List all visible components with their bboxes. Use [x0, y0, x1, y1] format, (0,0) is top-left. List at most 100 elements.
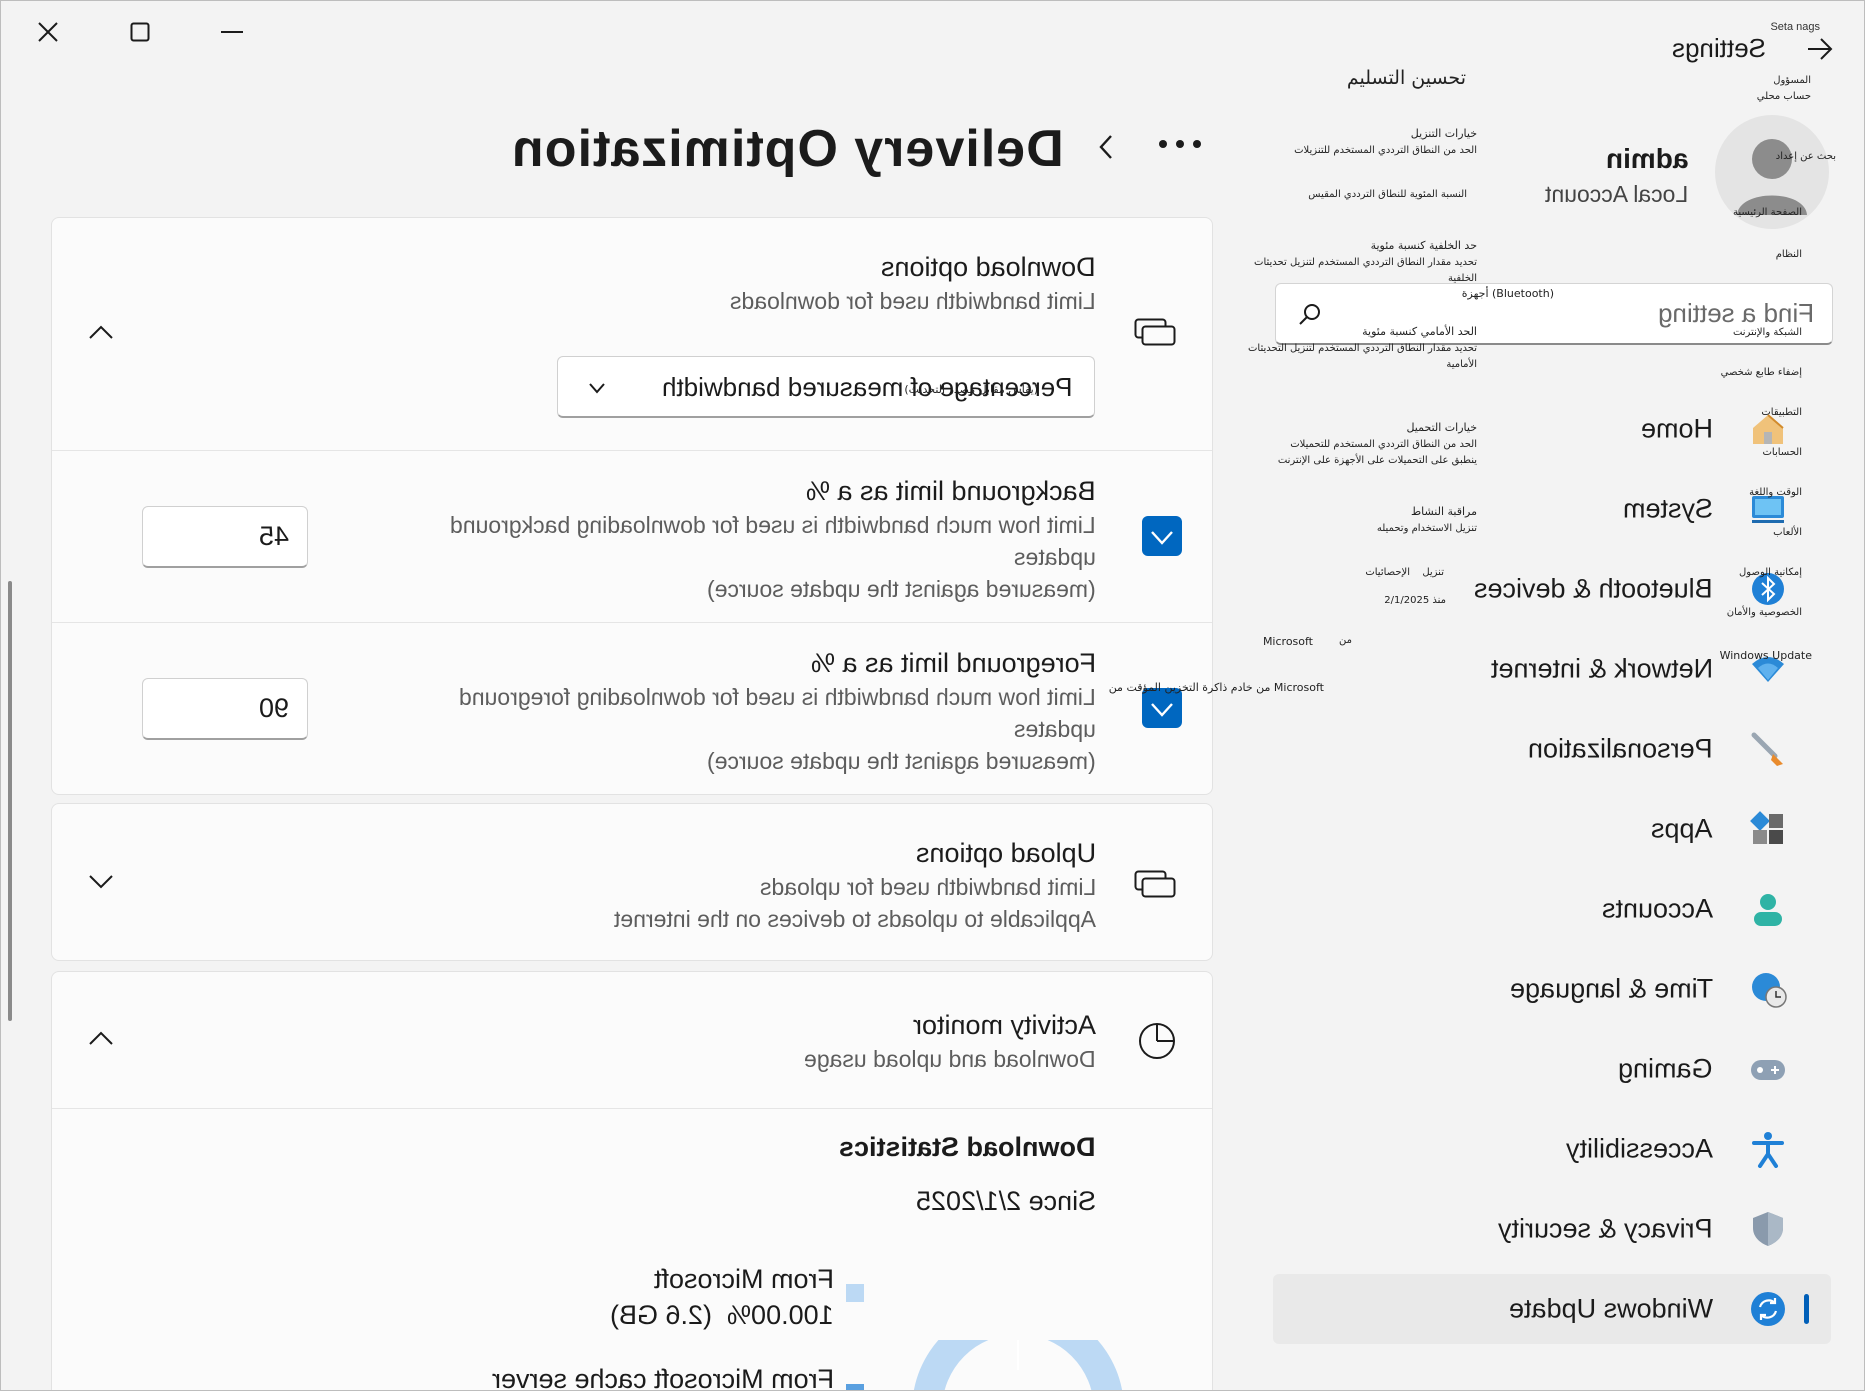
maximize-button[interactable] — [117, 11, 163, 53]
overlay-bt-ar: أجهزة (Bluetooth) — [1461, 287, 1554, 300]
overlay-time-ar: الوقت واللغة — [1749, 487, 1802, 498]
sidebar-item-label: Home — [1640, 413, 1713, 444]
apps-icon — [1749, 810, 1787, 848]
legend-label-cache-server: From Microsoft cache server — [491, 1364, 834, 1391]
overlay-dl-pct-ar: النسبة المئوية للنطاق الترددي المقيس — [1308, 189, 1467, 200]
background-limit-desc-2: updates — [1014, 544, 1096, 570]
shield-icon — [1749, 1210, 1787, 1248]
background-limit-desc-3: (measured against the update source) — [707, 576, 1096, 602]
legend-swatch-cache-server — [846, 1384, 864, 1390]
overlay-dl-sub-ar: الحد من النطاق الترددي المستخدم للتنزيلا… — [1294, 145, 1477, 156]
overlay-ul-sub-ar: الحد من النطاق الترددي المستخدم للتحميلا… — [1290, 439, 1477, 450]
sidebar-item-label: Time & language — [1509, 973, 1713, 1004]
sidebar-item-personalization[interactable]: Personalization — [1273, 714, 1831, 784]
collapse-download-button[interactable] — [88, 324, 114, 345]
checkmark-icon — [1151, 531, 1173, 545]
divider — [52, 1108, 1212, 1109]
overlay-system-ar: النظام — [1775, 249, 1802, 260]
minimize-button[interactable] — [209, 11, 255, 53]
sidebar-item-label: Accounts — [1601, 893, 1713, 924]
activity-monitor-card: Activity monitor Download and upload usa… — [51, 971, 1213, 1391]
download-options-subtitle: Limit bandwidth used for downloads — [730, 288, 1096, 314]
account-type: Local Account — [1544, 181, 1688, 207]
upload-options-subtitle-2: Applicable to uploads to devices on the … — [613, 906, 1096, 932]
chevron-up-icon — [89, 325, 113, 339]
sidebar-item-label: Windows Update — [1508, 1293, 1713, 1324]
search-icon[interactable] — [1298, 302, 1322, 331]
minimize-icon — [221, 31, 243, 33]
legend-swatch-microsoft — [846, 1284, 864, 1302]
chevron-up-icon — [89, 1031, 113, 1045]
collapse-activity-button[interactable] — [88, 1030, 114, 1051]
sidebar-item-apps[interactable]: Apps — [1273, 794, 1831, 864]
app-subtitle: Seta nags — [1770, 21, 1820, 33]
expand-upload-button[interactable] — [88, 874, 114, 895]
sidebar-item-network-internet[interactable]: Network & internet — [1273, 634, 1831, 704]
overlay-home-ar: الصفحة الرئيسية — [1733, 207, 1802, 218]
sidebar-item-label: Gaming — [1618, 1053, 1713, 1084]
maximize-icon — [130, 22, 150, 42]
upload-options-title: Upload options — [915, 838, 1096, 868]
download-statistics-title: Download Statistics — [839, 1132, 1096, 1162]
foreground-limit-checkbox[interactable] — [1142, 688, 1182, 728]
activity-monitor-title: Activity monitor — [912, 1010, 1096, 1040]
background-limit-value: 45 — [258, 521, 289, 551]
overlay-pers-ar: إضفاء طابع شخصي — [1720, 367, 1802, 378]
overlay-access-ar: إمكانية الوصول — [1739, 567, 1802, 578]
overlay-search-ar: بحث عن إعداد — [1775, 151, 1836, 162]
chevron-down-icon — [89, 875, 113, 889]
settings-window: Seta nags Settings admin Local Account F… — [0, 0, 1865, 1391]
active-indicator — [1804, 1294, 1809, 1324]
sidebar-item-windows-update[interactable]: Windows Update — [1273, 1274, 1831, 1344]
download-icon — [1134, 318, 1176, 351]
sidebar-item-time-language[interactable]: Time & language — [1273, 954, 1831, 1024]
background-limit-title: Background limit as a % — [806, 476, 1096, 506]
upload-options-subtitle: Limit bandwidth used for uploads — [759, 874, 1096, 900]
overlay-dd-ar: (يقاس مقابل مصدر التحديث) — [904, 383, 1038, 396]
overlay-dl-title-ar: خيارات التنزيل — [1410, 127, 1477, 140]
background-limit-checkbox[interactable] — [1142, 516, 1182, 556]
foreground-limit-desc-3: (measured against the update source) — [707, 748, 1096, 774]
sidebar-item-label: Apps — [1651, 813, 1713, 844]
chevron-down-icon — [588, 381, 606, 399]
background-limit-input[interactable]: 45 — [142, 506, 308, 568]
overlay-bg-title-ar: حد الخلفية كنسبة مئوية — [1370, 239, 1477, 252]
arrow-right-icon — [1808, 38, 1833, 60]
gamepad-icon — [1749, 1050, 1787, 1088]
search-input[interactable]: Find a setting — [1658, 298, 1814, 329]
legend-value-microsoft: 100.00% (2.6 GB) — [610, 1300, 834, 1330]
download-donut-chart — [913, 1340, 1123, 1390]
sidebar-item-label: Personalization — [1528, 733, 1713, 764]
back-button[interactable] — [1806, 37, 1834, 66]
overlay-cache-ar: من خادم ذاكرة التخزين المؤقت من Microsof… — [1108, 681, 1324, 694]
app-title: Settings — [1672, 33, 1766, 63]
globe-clock-icon — [1749, 970, 1787, 1008]
sidebar-item-privacy-security[interactable]: Privacy & security — [1273, 1194, 1831, 1264]
foreground-limit-input[interactable]: 90 — [142, 678, 308, 740]
overlay-bg-l2-ar: الخلفية — [1447, 273, 1477, 284]
sidebar-item-accessibility[interactable]: Accessibility — [1273, 1114, 1831, 1184]
sidebar-item-label: Accessibility — [1565, 1133, 1713, 1164]
page-title: Delivery Optimization — [511, 120, 1064, 178]
download-options-card: Download options Limit bandwidth used fo… — [51, 217, 1213, 795]
brush-icon — [1749, 730, 1787, 768]
overlay-title-ar: تحسين التسليم — [1346, 67, 1466, 89]
upload-options-card[interactable]: Upload options Limit bandwidth used for … — [51, 803, 1213, 961]
overlay-user-ar: المسؤول — [1773, 75, 1811, 86]
accessibility-icon — [1749, 1130, 1787, 1168]
content-scrollbar[interactable] — [8, 581, 12, 1021]
sidebar-item-accounts[interactable]: Accounts — [1273, 874, 1831, 944]
overlay-since-ar: منذ 2/1/2025 — [1384, 595, 1446, 606]
background-limit-desc-1: Limit how much bandwidth is used for dow… — [450, 512, 1096, 538]
more-options-button[interactable] — [1157, 137, 1203, 156]
sidebar-item-home[interactable]: Home — [1273, 394, 1831, 464]
sidebar-item-gaming[interactable]: Gaming — [1273, 1034, 1831, 1104]
overlay-account-ar: حساب محلي — [1756, 91, 1811, 102]
sidebar-item-system[interactable]: System — [1273, 474, 1831, 544]
user-name: admin — [1605, 143, 1688, 174]
close-button[interactable] — [25, 11, 71, 53]
legend-label-microsoft: From Microsoft — [653, 1264, 834, 1294]
checkmark-icon — [1151, 703, 1173, 717]
sidebar-item-label: Bluetooth & devices — [1474, 573, 1713, 604]
overlay-gaming-ar: الألعاب — [1773, 527, 1802, 538]
